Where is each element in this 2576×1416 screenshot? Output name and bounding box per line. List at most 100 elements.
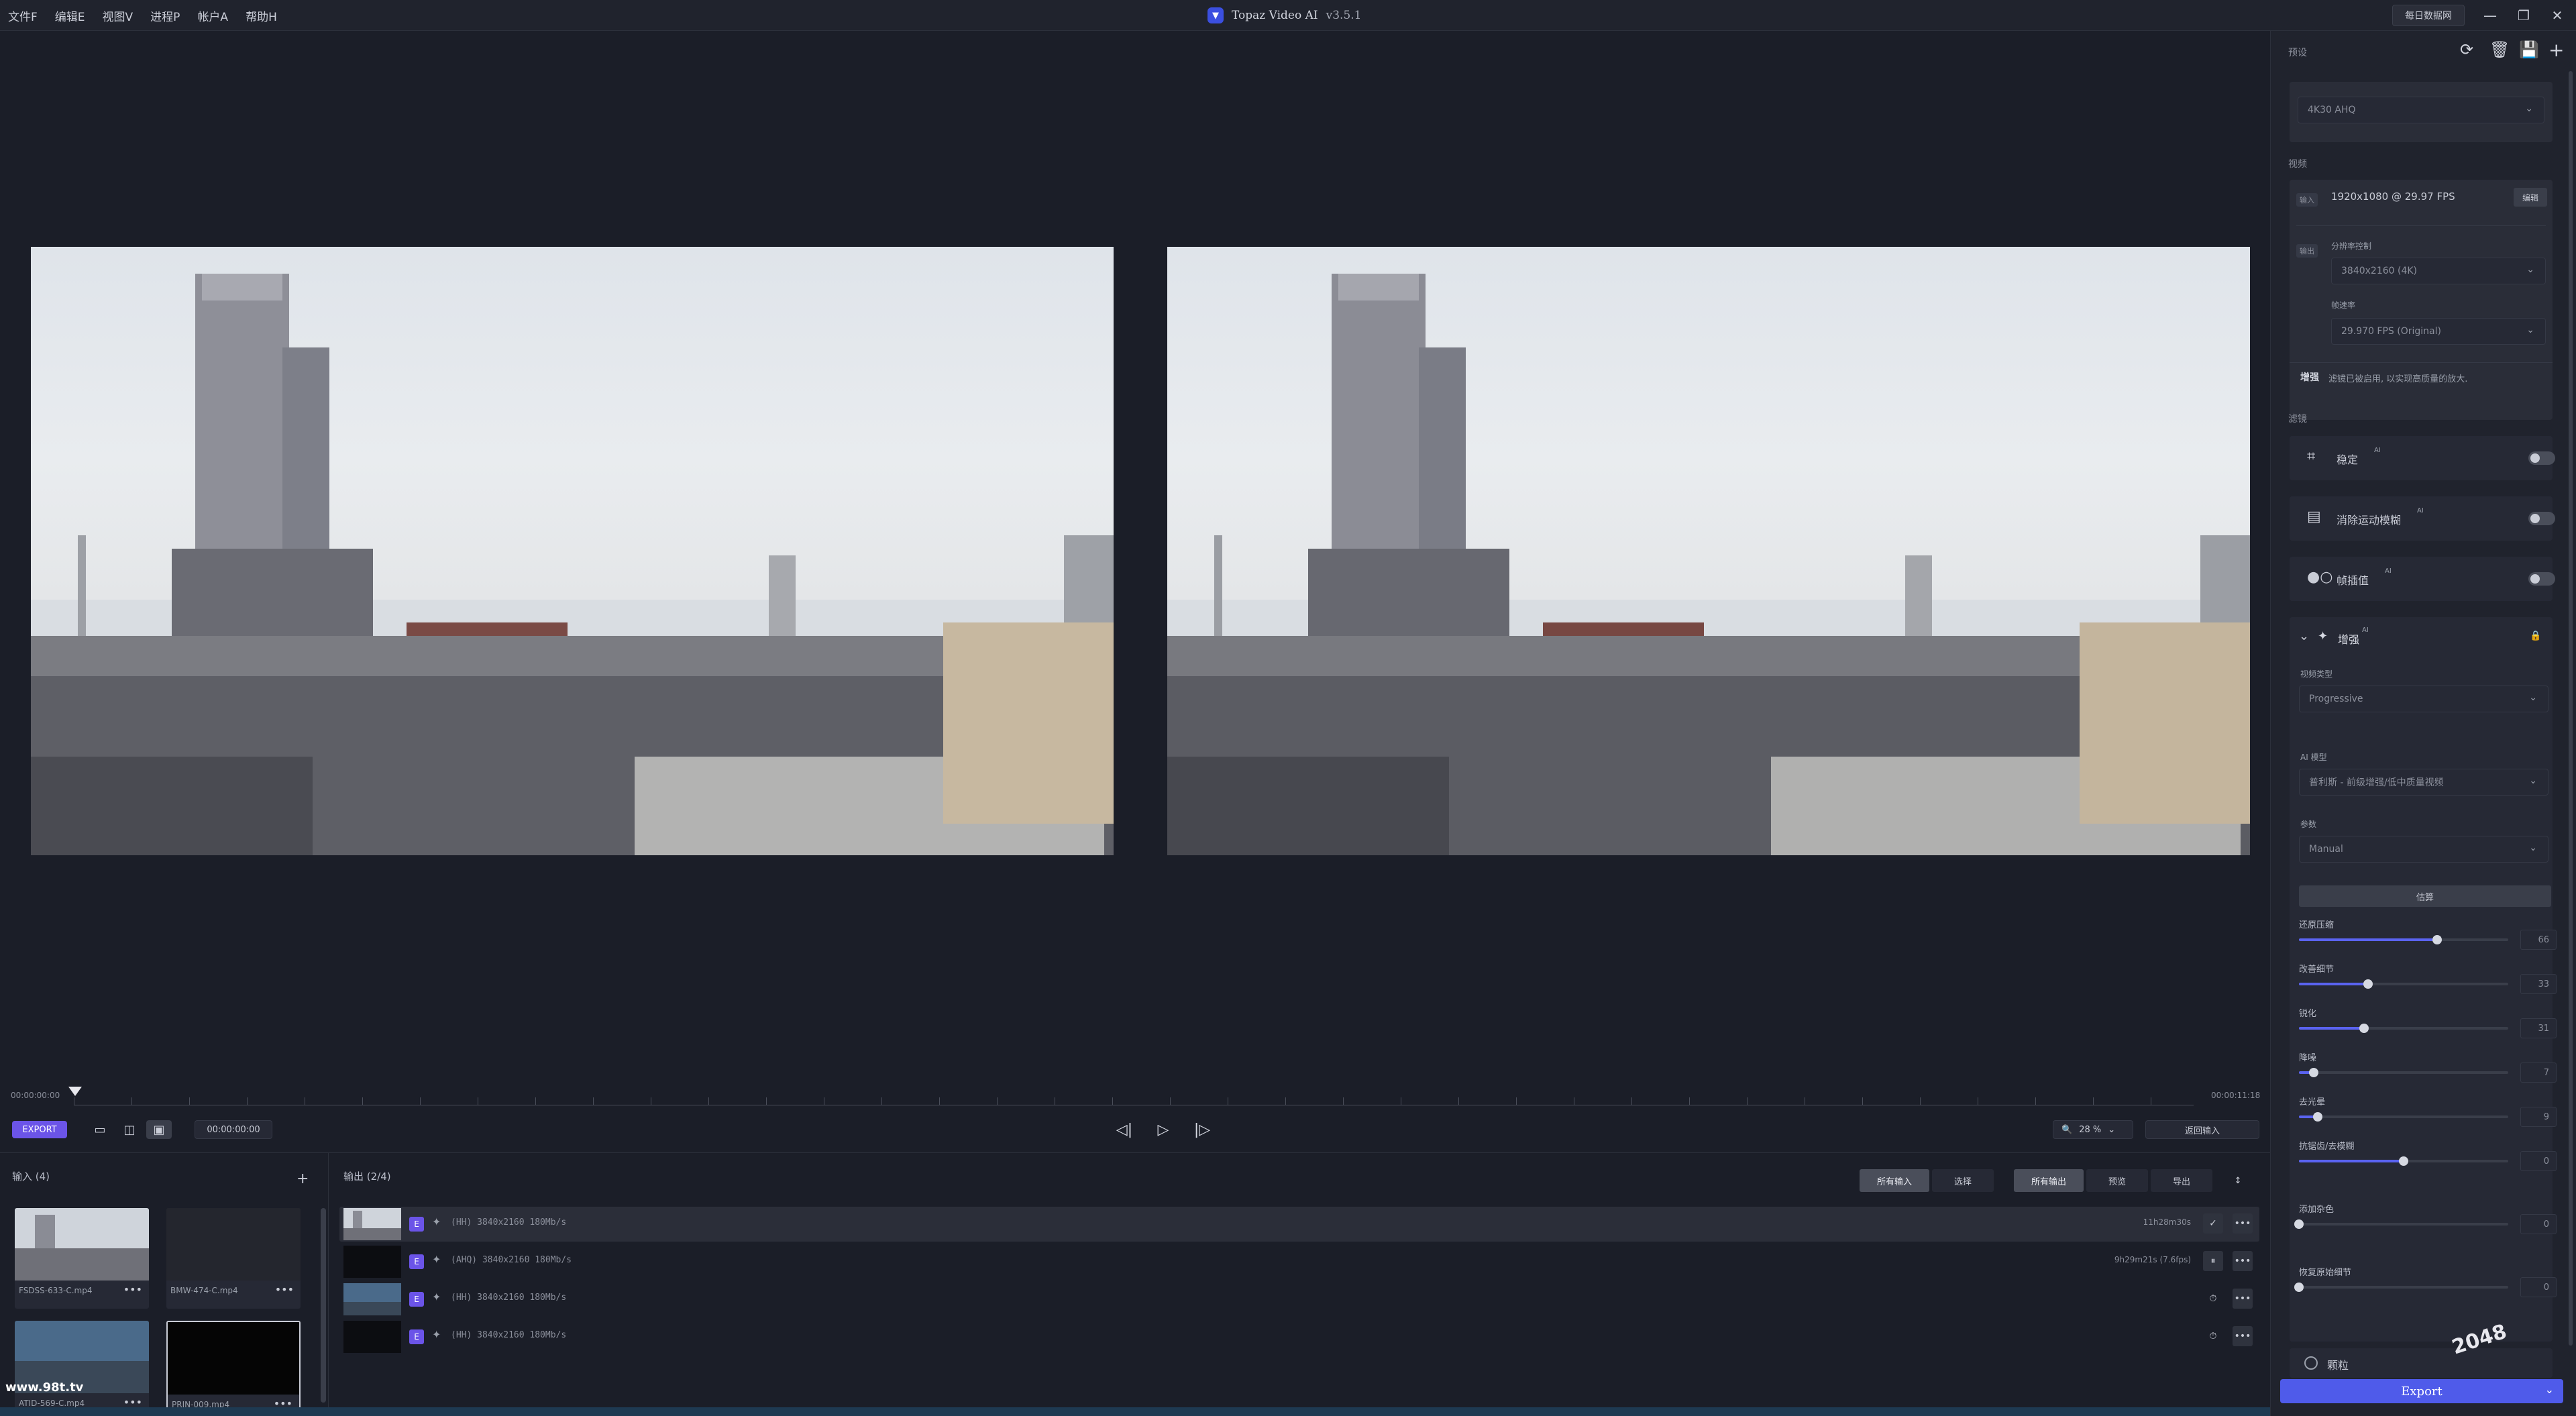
slider-sharpen[interactable]: 锐化 31: [2299, 1006, 2557, 1040]
frame-interpolation-toggle[interactable]: [2528, 572, 2555, 586]
slider-track[interactable]: [2299, 979, 2508, 989]
trash-icon[interactable]: 🗑: [2489, 40, 2510, 59]
more-icon[interactable]: •••: [2233, 1251, 2253, 1271]
slider-value[interactable]: 0: [2520, 1277, 2557, 1297]
slider-knob[interactable]: [2294, 1219, 2304, 1229]
slider-knob[interactable]: [2399, 1156, 2408, 1166]
preset-select[interactable]: 4K30 AHQ ⌄: [2298, 97, 2544, 123]
slider-track[interactable]: [2294, 1283, 2508, 1292]
slider-details[interactable]: 改善细节 33: [2299, 962, 2557, 995]
slider-value[interactable]: 31: [2520, 1018, 2557, 1038]
slider-track[interactable]: [2299, 1024, 2508, 1033]
grain-radio-icon[interactable]: [2304, 1356, 2318, 1370]
menu-file[interactable]: 文件F: [8, 7, 38, 24]
chevron-down-icon[interactable]: ⌄: [2545, 1383, 2554, 1396]
previous-frame-icon[interactable]: ◁|: [1112, 1119, 1136, 1140]
output-row[interactable]: E ✦ (HH) 3840x2160 180Mb/s ⏱ •••: [339, 1319, 2259, 1354]
minimize-icon[interactable]: —: [2477, 3, 2504, 28]
more-icon[interactable]: •••: [2233, 1326, 2253, 1346]
slider-track[interactable]: [2299, 1112, 2508, 1122]
output-row[interactable]: E ✦ (HH) 3840x2160 180Mb/s 11h28m30s ✓ •…: [339, 1207, 2259, 1242]
slider-recover-detail[interactable]: 恢复原始细节 0: [2294, 1265, 2557, 1299]
slider-antialias[interactable]: 抗锯齿/去模糊 0: [2299, 1139, 2557, 1173]
save-icon[interactable]: 💾: [2519, 40, 2539, 59]
preview-enhanced[interactable]: [1167, 247, 2250, 855]
side-by-side-view-icon[interactable]: ▣: [146, 1120, 172, 1139]
feedback-button[interactable]: 每日数据网: [2392, 5, 2465, 26]
slider-compression[interactable]: 还原压缩 66: [2299, 918, 2557, 951]
filter-motion-deblur[interactable]: ▤ 消除运动模糊 AI: [2290, 496, 2555, 541]
slider-add-noise[interactable]: 添加杂色 0: [2294, 1202, 2557, 1236]
video-type-select[interactable]: Progressive ⌄: [2299, 686, 2548, 712]
output-row[interactable]: E ✦ (AHQ) 3840x2160 180Mb/s 9h29m21s (7.…: [339, 1244, 2259, 1279]
more-icon[interactable]: •••: [2233, 1289, 2253, 1309]
slider-track[interactable]: [2299, 935, 2508, 944]
slider-value[interactable]: 9: [2520, 1107, 2557, 1127]
motion-deblur-toggle[interactable]: [2528, 512, 2555, 525]
slider-knob[interactable]: [2363, 979, 2373, 989]
zoom-select[interactable]: 🔍 28 % ⌄: [2053, 1120, 2133, 1139]
estimate-button[interactable]: 估算: [2299, 885, 2551, 907]
more-icon[interactable]: •••: [275, 1283, 294, 1296]
menu-view[interactable]: 视图V: [103, 7, 133, 24]
filter-preview[interactable]: 预览: [2086, 1169, 2148, 1192]
single-view-icon[interactable]: ▭: [87, 1120, 113, 1139]
slider-value[interactable]: 66: [2520, 930, 2557, 950]
timer-icon[interactable]: ⏱: [2203, 1326, 2223, 1346]
output-row[interactable]: E ✦ (HH) 3840x2160 180Mb/s ⏱ •••: [339, 1282, 2259, 1317]
slider-track[interactable]: [2299, 1156, 2508, 1166]
slider-track[interactable]: [2299, 1068, 2508, 1077]
stabilize-toggle[interactable]: [2528, 451, 2555, 465]
preview-original[interactable]: [31, 247, 1114, 855]
more-icon[interactable]: •••: [2233, 1213, 2253, 1234]
sort-icon[interactable]: ↕: [2224, 1169, 2251, 1192]
timeline-ruler[interactable]: [74, 1097, 2194, 1105]
slider-knob[interactable]: [2294, 1283, 2304, 1292]
resolution-select[interactable]: 3840x2160 (4K) ⌄: [2331, 258, 2546, 284]
back-to-input-button[interactable]: 返回输入: [2145, 1120, 2259, 1139]
input-item[interactable]: PRIN-009.mp4 •••: [166, 1321, 301, 1416]
timer-icon[interactable]: ⏱: [2203, 1289, 2223, 1309]
current-time-field[interactable]: 00:00:00:00: [195, 1120, 272, 1139]
parameter-select[interactable]: Manual ⌄: [2299, 836, 2548, 863]
slider-value[interactable]: 7: [2520, 1063, 2557, 1083]
reset-icon[interactable]: ⟳: [2460, 40, 2473, 59]
menu-edit[interactable]: 编辑E: [55, 7, 85, 24]
slider-value[interactable]: 0: [2520, 1151, 2557, 1171]
add-preset-icon[interactable]: +: [2548, 39, 2564, 61]
input-item[interactable]: BMW-474-C.mp4 •••: [166, 1208, 301, 1309]
slider-knob[interactable]: [2359, 1024, 2369, 1033]
filter-export[interactable]: 导出: [2151, 1169, 2212, 1192]
slider-value[interactable]: 0: [2520, 1214, 2557, 1234]
edit-button[interactable]: 编辑: [2514, 188, 2547, 207]
inputs-scrollbar[interactable]: [321, 1208, 326, 1403]
filter-stabilize[interactable]: ⌗ 稳定 AI: [2290, 436, 2555, 480]
checkmark-icon[interactable]: ✓: [2203, 1213, 2223, 1234]
slider-track[interactable]: [2294, 1219, 2508, 1229]
slider-value[interactable]: 33: [2520, 974, 2557, 994]
more-icon[interactable]: •••: [123, 1283, 142, 1296]
next-frame-icon[interactable]: |▷: [1190, 1119, 1214, 1140]
close-icon[interactable]: ✕: [2544, 3, 2571, 28]
framerate-select[interactable]: 29.970 FPS (Original) ⌄: [2331, 318, 2546, 345]
settings-scrollbar[interactable]: [2569, 71, 2573, 1346]
expand-icon[interactable]: ⌄: [2299, 629, 2309, 643]
export-small-button[interactable]: EXPORT: [12, 1121, 67, 1138]
slider-dehalo[interactable]: 去光晕 9: [2299, 1095, 2557, 1128]
restore-icon[interactable]: ❐: [2510, 3, 2537, 28]
split-view-icon[interactable]: ◫: [117, 1120, 142, 1139]
slider-denoise[interactable]: 降噪 7: [2299, 1050, 2557, 1084]
filter-selected[interactable]: 选择: [1932, 1169, 1994, 1192]
lock-icon[interactable]: 🔒: [2530, 631, 2541, 641]
ai-model-select[interactable]: 普利斯 - 前级增强/低中质量视频 ⌄: [2299, 769, 2548, 796]
filter-all-outputs[interactable]: 所有输出: [2014, 1169, 2084, 1192]
play-icon[interactable]: ▷: [1151, 1119, 1175, 1140]
add-input-icon[interactable]: +: [297, 1170, 309, 1187]
menu-help[interactable]: 帮助H: [246, 7, 277, 24]
export-button[interactable]: Export ⌄: [2280, 1379, 2563, 1403]
filter-frame-interpolation[interactable]: ●○ 帧插值 AI: [2290, 557, 2555, 601]
menu-account[interactable]: 帐户A: [197, 7, 228, 24]
slider-knob[interactable]: [2313, 1112, 2323, 1122]
slider-knob[interactable]: [2308, 1068, 2318, 1077]
input-item[interactable]: FSDSS-633-C.mp4 •••: [15, 1208, 149, 1309]
